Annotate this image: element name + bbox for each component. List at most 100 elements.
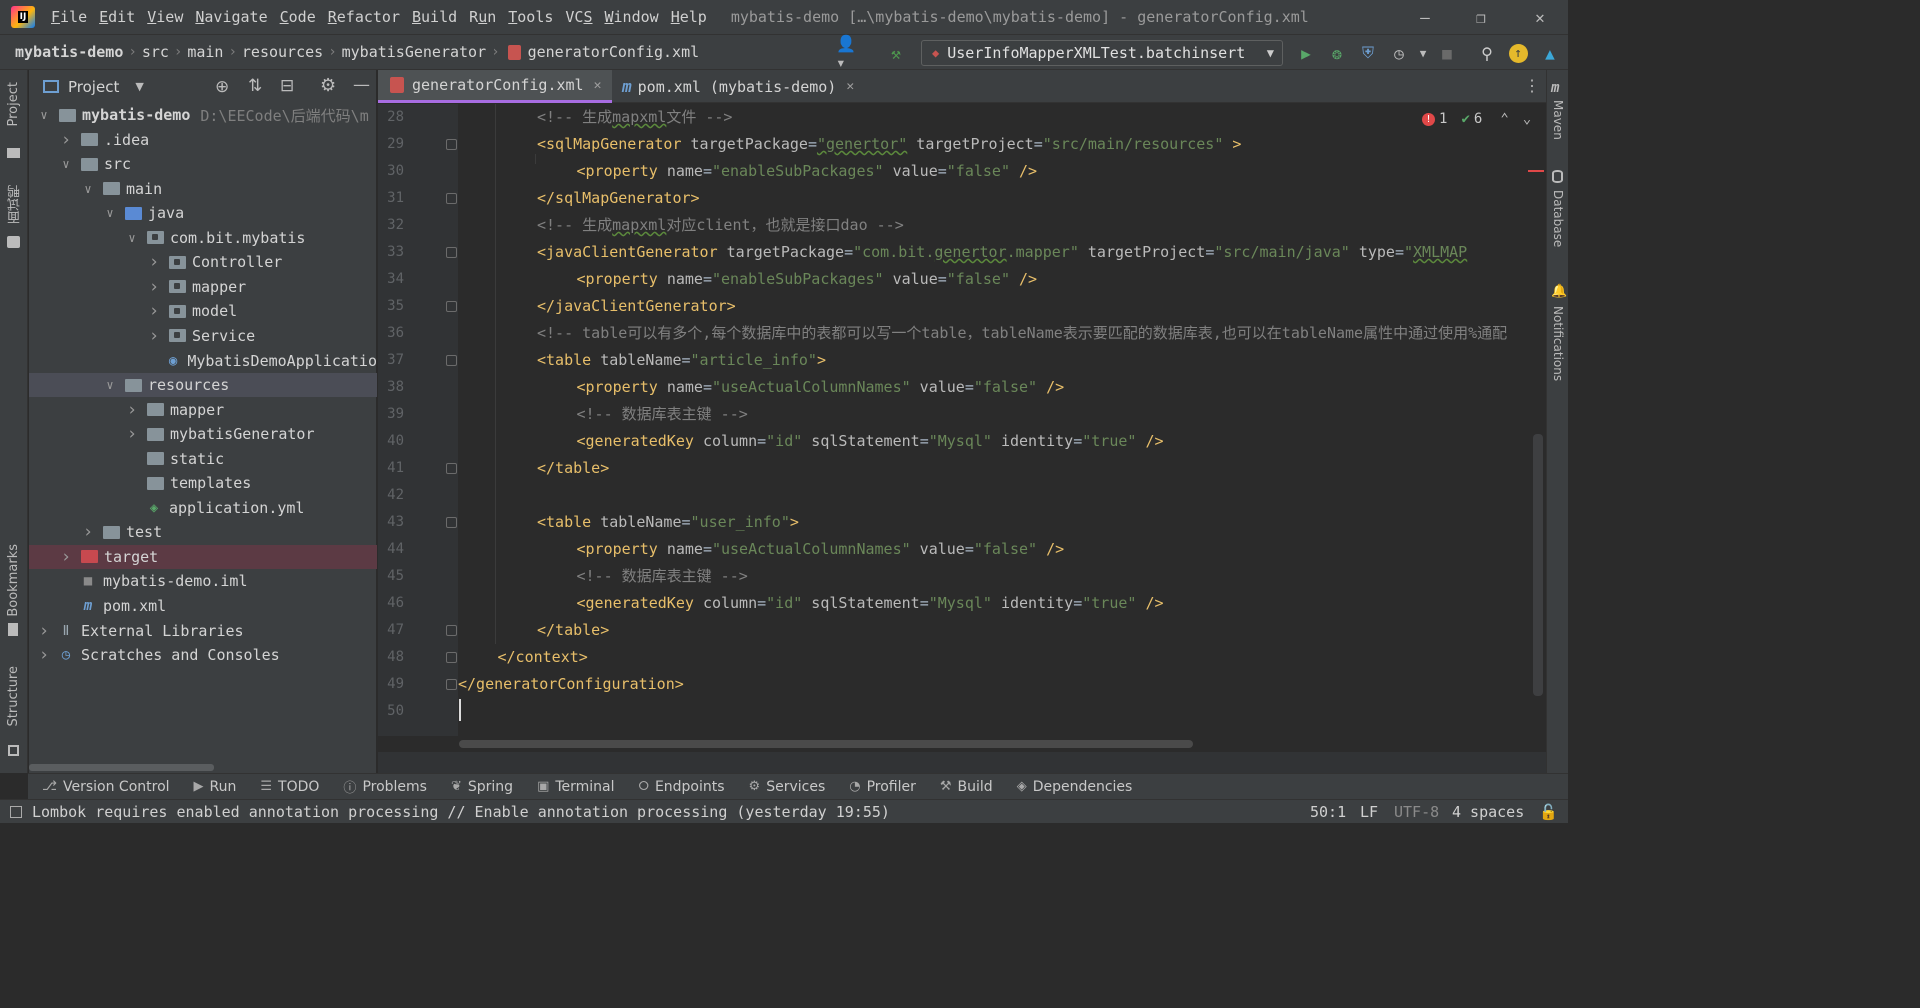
- line-number[interactable]: 49: [378, 671, 404, 698]
- breadcrumb-item[interactable]: resources: [239, 43, 326, 61]
- code-editor[interactable]: ! 1 ✔ 6 ⌃ ⌄ <!-- 生成mapxml文件 --> <sqlMapGe…: [458, 104, 1546, 736]
- tree-horizontal-scrollbar[interactable]: [29, 764, 214, 771]
- tree-item[interactable]: m pom.xml: [29, 594, 377, 618]
- tree-item[interactable]: › test: [29, 520, 377, 544]
- line-number[interactable]: 47: [378, 617, 404, 644]
- close-icon[interactable]: ✕: [1512, 0, 1568, 34]
- menu-edit[interactable]: Edit: [99, 8, 135, 26]
- line-number[interactable]: 38: [378, 374, 404, 401]
- tool-tab-structure[interactable]: Structure: [6, 666, 21, 726]
- locate-icon[interactable]: ⊕: [215, 77, 229, 97]
- tool-window-problems[interactable]: ⓘ Problems: [343, 777, 427, 797]
- previous-highlight-icon[interactable]: ⌃: [1500, 111, 1508, 127]
- line-number[interactable]: 42: [378, 482, 404, 509]
- tree-item[interactable]: › mapper: [29, 398, 377, 422]
- tree-item[interactable]: ∨ main: [29, 177, 377, 201]
- vcs-user-icon[interactable]: 👤▾: [836, 34, 856, 72]
- project-view-title[interactable]: Project: [68, 78, 119, 96]
- run-configuration-select[interactable]: ◆ UserInfoMapperXMLTest.batchinsert ▼: [921, 40, 1283, 66]
- profile-icon[interactable]: ◷: [1389, 43, 1409, 63]
- line-number[interactable]: 33: [378, 239, 404, 266]
- line-number[interactable]: 35: [378, 293, 404, 320]
- line-number[interactable]: 37: [378, 347, 404, 374]
- line-number[interactable]: 50: [378, 698, 404, 725]
- tree-item[interactable]: › target: [29, 544, 377, 569]
- menu-view[interactable]: View: [147, 8, 183, 26]
- menu-build[interactable]: Build: [412, 8, 457, 26]
- hide-panel-icon[interactable]: —: [353, 75, 370, 95]
- more-tabs-icon[interactable]: ⋮: [1524, 76, 1540, 95]
- tool-window-version-control[interactable]: ⎇ Version Control: [42, 779, 170, 795]
- tree-item[interactable]: ◉ MybatisDemoApplicatio: [29, 349, 377, 373]
- tool-tab-notifications[interactable]: Notifications: [1551, 306, 1565, 381]
- chevron-down-icon[interactable]: ∨: [125, 231, 139, 245]
- close-tab-icon[interactable]: ✕: [594, 78, 602, 93]
- editor-vertical-scrollbar[interactable]: [1533, 434, 1543, 696]
- lock-icon[interactable]: 🔓: [1539, 800, 1558, 824]
- tree-item[interactable]: › Controller: [29, 250, 377, 274]
- status-message[interactable]: Lombok requires enabled annotation proce…: [32, 803, 890, 821]
- tool-window-todo[interactable]: ☰ TODO: [260, 779, 319, 795]
- chevron-down-icon[interactable]: ▼: [135, 80, 143, 93]
- coverage-icon[interactable]: ⛨: [1358, 43, 1378, 63]
- chevron-right-icon[interactable]: ›: [147, 301, 161, 321]
- breadcrumb-item[interactable]: generatorConfig.xml: [525, 43, 703, 61]
- tool-tab-maven[interactable]: Maven: [1551, 100, 1565, 140]
- tree-item[interactable]: › ◷ Scratches and Consoles: [29, 643, 377, 667]
- status-checkbox-icon[interactable]: [10, 805, 22, 818]
- fold-marker-icon[interactable]: [446, 355, 457, 366]
- tool-window-profiler[interactable]: ◔ Profiler: [849, 779, 916, 795]
- tree-item[interactable]: › .idea: [29, 128, 377, 152]
- inspection-widget[interactable]: ! 1 ✔ 6 ⌃ ⌄: [1422, 111, 1531, 127]
- search-icon[interactable]: ⚲: [1477, 43, 1497, 63]
- minimize-icon[interactable]: —: [1397, 0, 1453, 34]
- tree-item[interactable]: › model: [29, 299, 377, 323]
- tool-window-services[interactable]: ⚙ Services: [749, 779, 826, 795]
- menu-file[interactable]: File: [51, 8, 87, 26]
- restore-icon[interactable]: ❐: [1453, 0, 1509, 34]
- breadcrumb-item[interactable]: main: [184, 43, 226, 61]
- tool-tab-database[interactable]: Database: [1551, 190, 1565, 247]
- chevron-right-icon[interactable]: ›: [37, 645, 51, 665]
- chevron-right-icon[interactable]: ›: [147, 326, 161, 346]
- indent-setting[interactable]: 4 spaces: [1452, 800, 1524, 824]
- menu-window[interactable]: Window: [605, 8, 659, 26]
- line-number[interactable]: 39: [378, 401, 404, 428]
- line-number[interactable]: 44: [378, 536, 404, 563]
- fold-marker-icon[interactable]: [446, 463, 457, 474]
- fold-marker-icon[interactable]: [446, 652, 457, 663]
- tree-item[interactable]: ◈ application.yml: [29, 496, 377, 520]
- stop-icon[interactable]: ■: [1437, 43, 1457, 63]
- tree-item[interactable]: ∨ com.bit.mybatis: [29, 226, 377, 250]
- line-number[interactable]: 36: [378, 320, 404, 347]
- next-highlight-icon[interactable]: ⌄: [1523, 111, 1531, 127]
- chevron-right-icon[interactable]: ›: [59, 130, 73, 150]
- intellij-logo-icon[interactable]: IJ: [11, 6, 35, 28]
- chevron-right-icon[interactable]: ›: [147, 252, 161, 272]
- fold-marker-icon[interactable]: [446, 193, 457, 204]
- tool-tab-interview[interactable]: 面试鸭: [6, 185, 25, 224]
- breadcrumb-item[interactable]: mybatis-demo: [12, 43, 126, 61]
- expand-all-icon[interactable]: ⇅: [248, 76, 262, 96]
- more-run-chevron-icon[interactable]: ▼: [1413, 43, 1433, 63]
- fold-marker-icon[interactable]: [446, 301, 457, 312]
- tool-window-endpoints[interactable]: ⭘ Endpoints: [639, 779, 725, 795]
- menu-help[interactable]: Help: [671, 8, 707, 26]
- tool-window-build[interactable]: ⚒ Build: [940, 779, 993, 795]
- tool-tab-project[interactable]: Project: [6, 82, 21, 126]
- menu-vcs[interactable]: VCS: [565, 8, 592, 26]
- chevron-right-icon[interactable]: ›: [37, 621, 51, 641]
- tool-window-dependencies[interactable]: ◈ Dependencies: [1017, 779, 1133, 795]
- tool-tab-bookmarks[interactable]: Bookmarks: [6, 544, 21, 617]
- caret-position[interactable]: 50:1: [1310, 800, 1346, 824]
- chevron-right-icon[interactable]: ›: [81, 522, 95, 542]
- fold-marker-icon[interactable]: [446, 625, 457, 636]
- breadcrumb-item[interactable]: src: [139, 43, 172, 61]
- tab-generatorConfig[interactable]: generatorConfig.xml ✕: [378, 70, 612, 103]
- plugin-icon[interactable]: ▲: [1540, 43, 1560, 63]
- tree-item[interactable]: › mapper: [29, 275, 377, 299]
- tree-item[interactable]: › mybatisGenerator: [29, 422, 377, 446]
- line-number[interactable]: 43: [378, 509, 404, 536]
- chevron-down-icon[interactable]: ∨: [103, 206, 117, 220]
- line-number[interactable]: 32: [378, 212, 404, 239]
